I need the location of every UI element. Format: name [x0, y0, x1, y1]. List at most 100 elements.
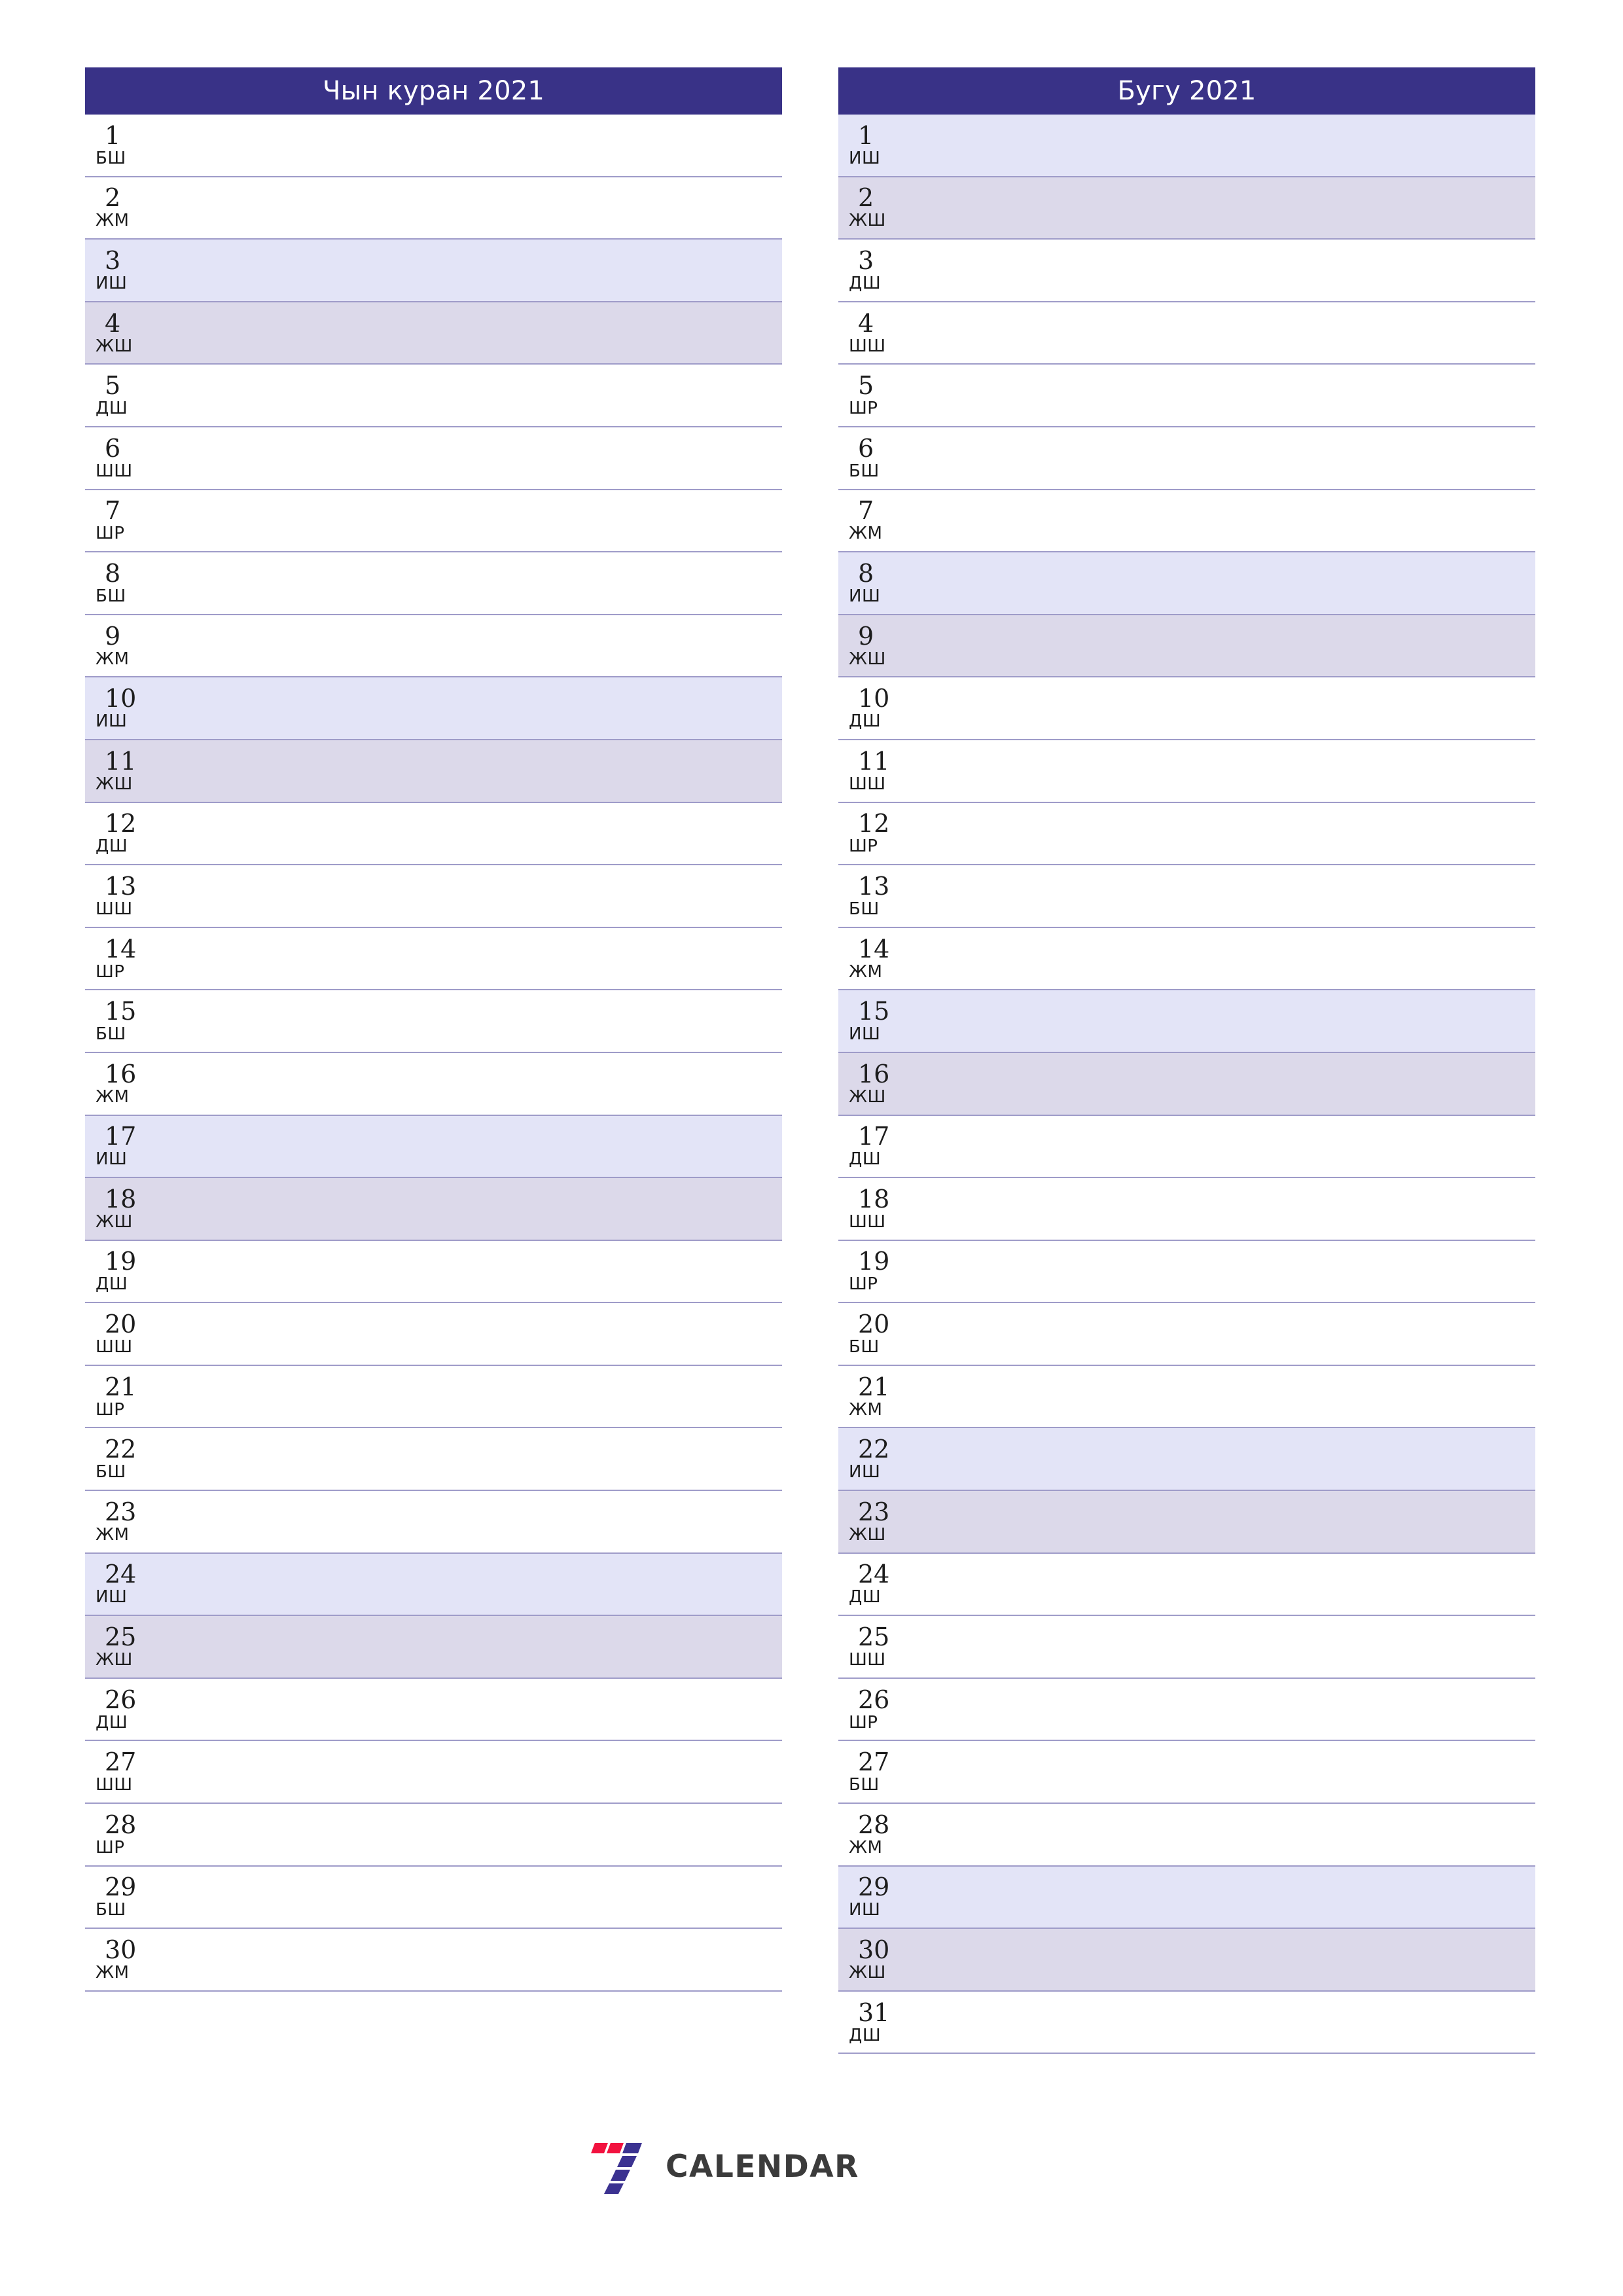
- day-number: 29: [105, 1873, 137, 1902]
- day-number: 4: [858, 308, 874, 338]
- day-number: 30: [858, 1935, 890, 1965]
- day-row[interactable]: 21 ШР: [85, 1365, 782, 1429]
- day-row[interactable]: 4 ЖШ: [85, 302, 782, 365]
- day-number: 3: [858, 245, 874, 275]
- day-row[interactable]: 14 ШР: [85, 927, 782, 991]
- day-row[interactable]: 8 БШ: [85, 552, 782, 615]
- day-row[interactable]: 22 ИШ: [838, 1428, 1535, 1492]
- day-number: 4: [105, 308, 121, 338]
- day-number: 12: [105, 809, 137, 838]
- day-row[interactable]: 9 ЖМ: [85, 615, 782, 678]
- day-row[interactable]: 26 ШР: [838, 1678, 1535, 1742]
- day-number: 15: [105, 997, 137, 1026]
- day-row[interactable]: 6 ШШ: [85, 427, 782, 490]
- day-weekday: ШР: [849, 836, 878, 857]
- day-row[interactable]: 7 ШР: [85, 490, 782, 553]
- day-number: 24: [858, 1560, 890, 1589]
- day-row[interactable]: 28 ШР: [85, 1804, 782, 1867]
- day-row[interactable]: 15 ИШ: [838, 990, 1535, 1053]
- day-weekday: ИШ: [849, 1024, 881, 1045]
- day-row[interactable]: 9 ЖШ: [838, 615, 1535, 678]
- day-row[interactable]: 27 ШШ: [85, 1741, 782, 1804]
- day-row[interactable]: 29 ИШ: [838, 1866, 1535, 1929]
- day-number: 13: [105, 871, 137, 901]
- brand-logo: CALENDAR: [586, 2139, 859, 2194]
- day-row[interactable]: 29 БШ: [85, 1866, 782, 1929]
- day-row[interactable]: 25 ЖШ: [85, 1616, 782, 1679]
- day-row[interactable]: 1 БШ: [85, 115, 782, 177]
- day-row[interactable]: 11 ЖШ: [85, 740, 782, 803]
- seven-logo-icon: [591, 2143, 642, 2194]
- day-weekday: ЖМ: [96, 1524, 130, 1545]
- day-weekday: БШ: [96, 1024, 126, 1045]
- day-weekday: ЖШ: [849, 1086, 886, 1107]
- calendar-page: Чын куран 2021 1 БШ 2 ЖМ 3 ИШ 4 ЖШ 5 ДШ 6 ШШ 7 ШР 8 БШ 9…: [0, 0, 1623, 2296]
- day-row[interactable]: 23 ЖМ: [85, 1491, 782, 1554]
- day-row[interactable]: 13 ШШ: [85, 865, 782, 928]
- day-row[interactable]: 17 ИШ: [85, 1115, 782, 1179]
- day-row[interactable]: 6 БШ: [838, 427, 1535, 490]
- day-row[interactable]: 27 БШ: [838, 1741, 1535, 1804]
- day-row[interactable]: 16 ЖШ: [838, 1052, 1535, 1116]
- day-number: 14: [858, 934, 890, 963]
- day-row[interactable]: 1 ИШ: [838, 115, 1535, 177]
- day-weekday: ДШ: [96, 836, 128, 857]
- day-row[interactable]: 20 БШ: [838, 1303, 1535, 1366]
- day-number: 8: [105, 558, 121, 588]
- day-number: 14: [105, 934, 137, 963]
- month-title-left: Чын куран 2021: [85, 67, 782, 115]
- day-number: 27: [858, 1748, 890, 1777]
- day-row[interactable]: 3 ИШ: [85, 240, 782, 302]
- day-row[interactable]: 18 ШШ: [838, 1178, 1535, 1241]
- day-weekday: ШШ: [96, 1337, 133, 1357]
- day-weekday: ЖМ: [849, 961, 883, 982]
- day-row[interactable]: 18 ЖШ: [85, 1178, 782, 1241]
- day-weekday: ДШ: [96, 399, 128, 419]
- day-number: 1: [105, 120, 121, 150]
- day-row[interactable]: 10 ДШ: [838, 677, 1535, 740]
- brand-name: CALENDAR: [666, 2148, 859, 2185]
- day-row[interactable]: 7 ЖМ: [838, 490, 1535, 553]
- day-row[interactable]: 2 ЖМ: [85, 177, 782, 240]
- day-row[interactable]: 10 ИШ: [85, 677, 782, 740]
- day-row[interactable]: 15 БШ: [85, 990, 782, 1053]
- day-row[interactable]: 13 БШ: [838, 865, 1535, 928]
- day-row[interactable]: 20 ШШ: [85, 1303, 782, 1366]
- day-row[interactable]: 3 ДШ: [838, 240, 1535, 302]
- day-weekday: ШШ: [96, 899, 133, 919]
- day-row[interactable]: 25 ШШ: [838, 1616, 1535, 1679]
- day-row[interactable]: 28 ЖМ: [838, 1804, 1535, 1867]
- day-row[interactable]: 24 ИШ: [85, 1553, 782, 1617]
- day-row[interactable]: 31 ДШ: [838, 1991, 1535, 2054]
- day-row[interactable]: 17 ДШ: [838, 1115, 1535, 1179]
- day-row[interactable]: 5 ДШ: [85, 365, 782, 427]
- day-row[interactable]: 8 ИШ: [838, 552, 1535, 615]
- day-row[interactable]: 12 ДШ: [85, 802, 782, 866]
- month-title-right: Бугу 2021: [838, 67, 1535, 115]
- day-row[interactable]: 12 ШР: [838, 802, 1535, 866]
- day-weekday: ИШ: [849, 1462, 881, 1482]
- day-row[interactable]: 22 БШ: [85, 1428, 782, 1492]
- day-row[interactable]: 21 ЖМ: [838, 1365, 1535, 1429]
- day-row[interactable]: 30 ЖШ: [838, 1929, 1535, 1992]
- day-row[interactable]: 2 ЖШ: [838, 177, 1535, 240]
- day-row[interactable]: 19 ШР: [838, 1240, 1535, 1304]
- day-row[interactable]: 24 ДШ: [838, 1553, 1535, 1617]
- day-number: 11: [105, 746, 137, 776]
- day-row[interactable]: 14 ЖМ: [838, 927, 1535, 991]
- day-row[interactable]: 4 ШШ: [838, 302, 1535, 365]
- day-row[interactable]: 11 ШШ: [838, 740, 1535, 803]
- day-row[interactable]: 19 ДШ: [85, 1240, 782, 1304]
- day-list-left: 1 БШ 2 ЖМ 3 ИШ 4 ЖШ 5 ДШ 6 ШШ 7 ШР 8 БШ 9 ЖМ 10 ИШ 11 ЖШ 12 ДШ 1…: [85, 115, 782, 1992]
- month-columns: Чын куран 2021 1 БШ 2 ЖМ 3 ИШ 4 ЖШ 5 ДШ 6 ШШ 7 ШР 8 БШ 9…: [85, 67, 1535, 2054]
- day-weekday: ЖШ: [849, 649, 886, 669]
- day-row[interactable]: 23 ЖШ: [838, 1491, 1535, 1554]
- day-number: 21: [105, 1372, 137, 1401]
- day-number: 8: [858, 558, 874, 588]
- day-row[interactable]: 16 ЖМ: [85, 1052, 782, 1116]
- day-row[interactable]: 30 ЖМ: [85, 1929, 782, 1992]
- day-row[interactable]: 5 ШР: [838, 365, 1535, 427]
- day-number: 5: [858, 371, 874, 401]
- day-weekday: ИШ: [96, 273, 128, 293]
- day-row[interactable]: 26 ДШ: [85, 1678, 782, 1742]
